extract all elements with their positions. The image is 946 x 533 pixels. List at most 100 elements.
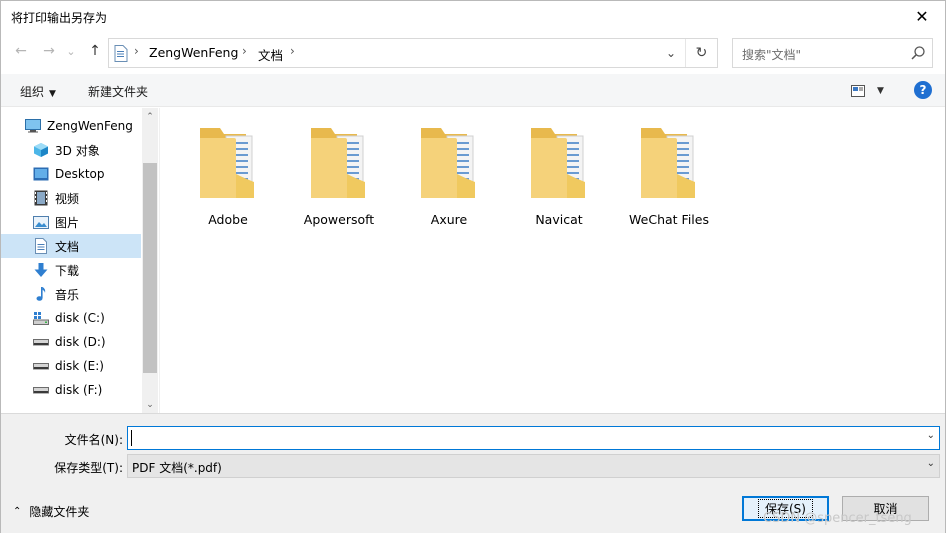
text-caret: [131, 430, 132, 446]
arrow-left-icon: ←: [15, 43, 27, 59]
dialog-title: 将打印输出另存为: [11, 11, 108, 25]
folder-item-adobe[interactable]: Adobe: [178, 122, 278, 232]
up-button[interactable]: ↑: [84, 40, 106, 62]
search-placeholder: 搜索"文档": [742, 48, 802, 62]
close-button[interactable]: ✕: [899, 1, 945, 32]
download-icon: [33, 262, 49, 278]
breadcrumb-separator: ›: [134, 44, 139, 58]
folder-item-wechat-files[interactable]: WeChat Files: [619, 122, 719, 232]
folder-icon: [200, 128, 254, 198]
sidebar-item-label: 文档: [55, 239, 80, 254]
sidebar-item-music[interactable]: 音乐: [1, 282, 141, 306]
sidebar-scrollbar[interactable]: ⌃ ⌄: [142, 108, 158, 413]
sidebar-item-documents[interactable]: 文档: [1, 234, 141, 258]
arrow-up-icon: ↑: [89, 43, 101, 59]
forward-button[interactable]: →: [38, 40, 60, 62]
chevron-down-icon: ⌄: [665, 46, 677, 60]
address-dropdown-button[interactable]: ⌄: [660, 39, 682, 67]
sidebar-item-desktop[interactable]: Desktop: [1, 162, 141, 186]
sidebar-item-label: Desktop: [55, 167, 105, 181]
arrow-right-icon: →: [43, 43, 55, 59]
folder-item-apowersoft[interactable]: Apowersoft: [289, 122, 389, 232]
command-bar: 组织 ▼ 新建文件夹 ▼ ?: [1, 74, 945, 107]
filename-input[interactable]: ⌄: [127, 426, 940, 450]
video-icon: [33, 190, 49, 206]
filetype-label: 保存类型(T):: [54, 461, 123, 475]
sidebar-item-this-pc[interactable]: ZengWenFeng: [1, 114, 141, 138]
caret-down-icon: ▼: [49, 89, 56, 99]
folder-icon: [531, 128, 585, 198]
chevron-down-icon[interactable]: ⌄: [927, 430, 935, 441]
drive-icon: [33, 382, 49, 398]
sidebar-item-label: 3D 对象: [55, 143, 100, 158]
recent-locations-button[interactable]: ⌄: [63, 40, 79, 62]
back-button[interactable]: ←: [10, 40, 32, 62]
hide-folders-toggle[interactable]: ⌃ 隐藏文件夹: [13, 503, 89, 520]
folder-item-axure[interactable]: Axure: [399, 122, 499, 232]
desktop-folder-icon: [33, 166, 49, 182]
view-icon: [851, 85, 865, 97]
folder-name: Navicat: [535, 212, 583, 227]
caret-down-icon: ▼: [877, 86, 884, 96]
sidebar-item-disk-d[interactable]: disk (D:): [1, 330, 141, 354]
new-folder-button[interactable]: 新建文件夹: [88, 83, 148, 100]
change-view-button[interactable]: ▼: [851, 81, 891, 101]
folder-name: Adobe: [208, 212, 248, 227]
breadcrumb-item-user[interactable]: ZengWenFeng: [149, 45, 238, 60]
sidebar-item-disk-e[interactable]: disk (E:): [1, 354, 141, 378]
music-icon: [33, 286, 49, 302]
organize-label: 组织: [20, 85, 45, 99]
sidebar-item-videos[interactable]: 视频: [1, 186, 141, 210]
folder-icon: [311, 128, 365, 198]
save-print-output-dialog: 将打印输出另存为 ✕ ← → ⌄ ↑ › ZengWenFeng › 文档 › …: [0, 0, 946, 533]
sidebar-item-3d-objects[interactable]: 3D 对象: [1, 138, 141, 162]
hide-folders-label: 隐藏文件夹: [29, 505, 90, 519]
breadcrumb-separator: ›: [242, 44, 247, 58]
save-options-panel: 文件名(N): ⌄ 保存类型(T): PDF 文档(*.pdf) ⌄ ⌃ 隐藏文…: [1, 413, 945, 533]
chevron-up-icon: ⌃: [13, 506, 22, 517]
sidebar-item-label: 下载: [55, 263, 80, 278]
help-icon: ?: [919, 83, 927, 97]
chevron-down-icon: ⌄: [66, 44, 76, 58]
breadcrumb-item-documents[interactable]: 文档: [258, 45, 283, 64]
drive-icon: [33, 358, 49, 374]
computer-icon: [25, 118, 41, 134]
pictures-icon: [33, 214, 49, 230]
organize-menu[interactable]: 组织 ▼: [20, 83, 56, 100]
close-icon: ✕: [915, 7, 929, 26]
sidebar-item-disk-f[interactable]: disk (F:): [1, 378, 141, 402]
sidebar-item-label: disk (F:): [55, 383, 103, 397]
filename-label: 文件名(N):: [64, 433, 123, 447]
help-button[interactable]: ?: [914, 81, 932, 99]
sidebar-item-label: 音乐: [55, 287, 80, 302]
search-box[interactable]: 搜索"文档": [732, 38, 933, 68]
folder-name: WeChat Files: [629, 212, 709, 227]
documents-icon: [33, 238, 49, 254]
filetype-select[interactable]: PDF 文档(*.pdf) ⌄: [127, 454, 940, 478]
system-drive-icon: [33, 310, 49, 326]
drive-icon: [33, 334, 49, 350]
chevron-down-icon: ⌄: [926, 458, 935, 469]
scroll-up-button[interactable]: ⌃: [142, 108, 158, 125]
folder-item-navicat[interactable]: Navicat: [509, 122, 609, 232]
folder-icon: [421, 128, 475, 198]
cube-3d-icon: [33, 142, 49, 158]
sidebar-item-downloads[interactable]: 下载: [1, 258, 141, 282]
refresh-button[interactable]: ↻: [685, 39, 717, 67]
sidebar-item-label: disk (E:): [55, 359, 104, 373]
breadcrumb-separator: ›: [290, 44, 295, 58]
scroll-down-button[interactable]: ⌄: [142, 396, 158, 413]
sidebar-item-label: disk (C:): [55, 311, 105, 325]
sidebar-item-pictures[interactable]: 图片: [1, 210, 141, 234]
sidebar-item-label: disk (D:): [55, 335, 106, 349]
scrollbar-thumb[interactable]: [143, 163, 157, 373]
navigation-pane: ZengWenFeng 3D 对象 Desktop 视频 图片 文档 下载 音乐…: [1, 108, 159, 413]
sidebar-item-label: 图片: [55, 215, 80, 230]
folder-icon: [641, 128, 695, 198]
address-bar[interactable]: › ZengWenFeng › 文档 › ⌄ ↻: [108, 38, 718, 68]
navigation-bar: ← → ⌄ ↑ › ZengWenFeng › 文档 › ⌄ ↻ 搜索"文档": [1, 32, 945, 72]
document-icon: [114, 45, 128, 62]
filetype-value: PDF 文档(*.pdf): [132, 461, 222, 475]
watermark-text: CSDN @spencer_tseng: [763, 511, 912, 526]
sidebar-item-disk-c[interactable]: disk (C:): [1, 306, 141, 330]
